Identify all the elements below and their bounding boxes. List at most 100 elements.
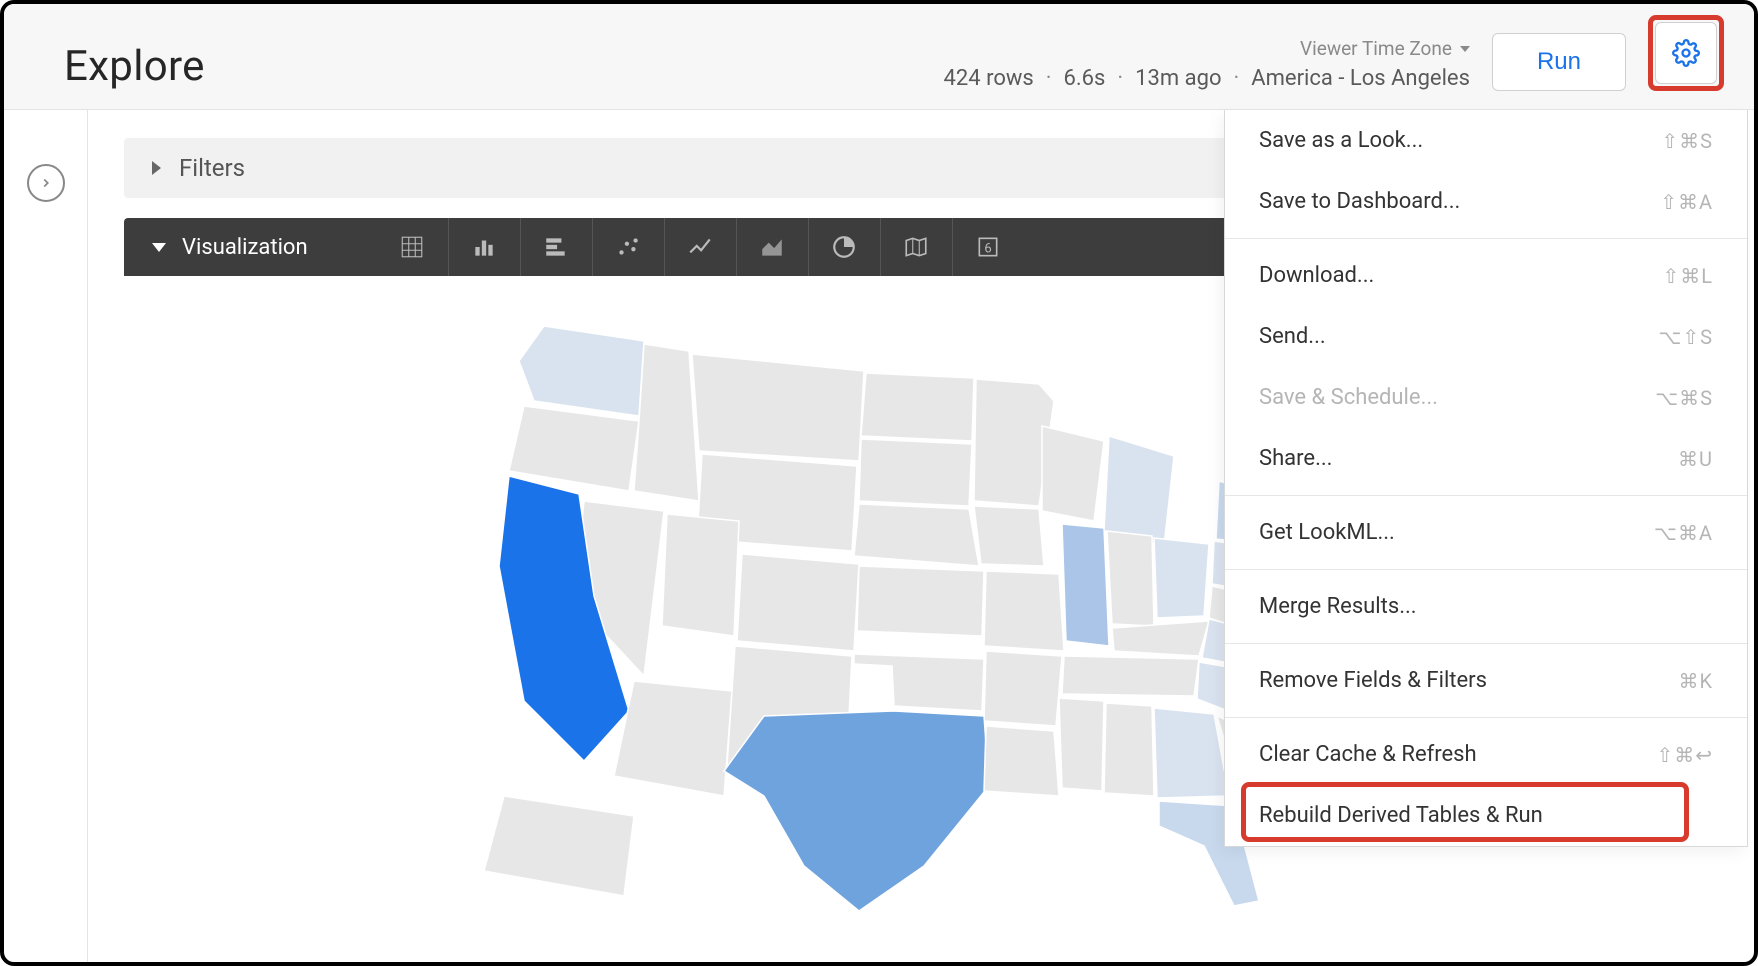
line-chart-icon bbox=[687, 234, 713, 260]
menu-item-shortcut: ⌥⌘S bbox=[1655, 386, 1713, 410]
state-wa bbox=[519, 326, 644, 416]
column-chart-icon-button[interactable] bbox=[448, 218, 520, 276]
menu-item-label: Merge Results... bbox=[1259, 594, 1417, 619]
menu-item-shortcut: ⇧⌘A bbox=[1660, 190, 1713, 214]
state-co bbox=[737, 554, 859, 651]
menu-item-clear-cache-refresh[interactable]: Clear Cache & Refresh⇧⌘↩ bbox=[1225, 724, 1747, 785]
state-la bbox=[984, 726, 1059, 796]
state-mi bbox=[1104, 436, 1174, 546]
page-title: Explore bbox=[64, 42, 205, 91]
state-tx bbox=[724, 711, 989, 911]
run-button[interactable]: Run bbox=[1492, 33, 1626, 91]
area-chart-icon-button[interactable] bbox=[736, 218, 808, 276]
dropdown-separator bbox=[1225, 238, 1747, 239]
gear-highlight-box bbox=[1648, 15, 1724, 91]
menu-item-shortcut: ⇧⌘L bbox=[1662, 264, 1713, 288]
menu-item-get-lookml[interactable]: Get LookML...⌥⌘A bbox=[1225, 502, 1747, 563]
state-wi bbox=[1042, 426, 1104, 521]
menu-item-label: Share... bbox=[1259, 446, 1332, 471]
menu-item-download[interactable]: Download... ⇧⌘L bbox=[1225, 245, 1747, 306]
menu-item-label: Save to Dashboard... bbox=[1259, 189, 1460, 214]
state-mo bbox=[984, 571, 1064, 651]
state-ms bbox=[1059, 698, 1104, 791]
pie-chart-icon-button[interactable] bbox=[808, 218, 880, 276]
menu-item-shortcut: ⇧⌘↩ bbox=[1656, 743, 1713, 767]
state-ak bbox=[484, 796, 634, 896]
menu-item-label: Save & Schedule... bbox=[1259, 385, 1438, 410]
query-location: America - Los Angeles bbox=[1251, 66, 1470, 91]
menu-item-send[interactable]: Send... ⌥⇧S bbox=[1225, 306, 1747, 367]
column-chart-icon bbox=[471, 234, 497, 260]
state-id bbox=[634, 344, 699, 501]
gear-icon bbox=[1672, 39, 1700, 67]
menu-item-shortcut: ⌘K bbox=[1678, 669, 1713, 693]
dropdown-separator bbox=[1225, 717, 1747, 718]
state-ar bbox=[984, 651, 1062, 726]
state-al bbox=[1104, 703, 1154, 796]
menu-item-shortcut: ⇧⌘S bbox=[1661, 129, 1713, 153]
explore-header: Explore Viewer Time Zone 424 rows · 6.6s… bbox=[4, 4, 1754, 110]
state-ks bbox=[857, 566, 984, 636]
state-oh bbox=[1154, 538, 1209, 618]
gear-dropdown-menu: Save as a Look... ⇧⌘S Save to Dashboard...… bbox=[1224, 110, 1748, 847]
menu-item-shortcut: ⌘U bbox=[1678, 447, 1713, 471]
map-icon-button[interactable] bbox=[880, 218, 952, 276]
dropdown-separator bbox=[1225, 495, 1747, 496]
row-count: 424 rows bbox=[944, 66, 1034, 91]
scatter-icon-button[interactable] bbox=[592, 218, 664, 276]
query-duration: 6.6s bbox=[1064, 66, 1106, 91]
bar-chart-icon bbox=[543, 234, 569, 260]
menu-item-rebuild-derived-tables-run[interactable]: Rebuild Derived Tables & Run bbox=[1225, 785, 1747, 846]
menu-item-save-schedule: Save & Schedule... ⌥⌘S bbox=[1225, 367, 1747, 428]
table-icon bbox=[399, 234, 425, 260]
state-ky bbox=[1112, 621, 1209, 656]
state-az bbox=[614, 681, 732, 796]
chevron-down-icon bbox=[1460, 46, 1470, 52]
state-or bbox=[509, 406, 639, 491]
table-icon-button[interactable] bbox=[376, 218, 448, 276]
expand-sidebar-button[interactable] bbox=[27, 164, 65, 202]
scatter-icon bbox=[615, 234, 641, 260]
menu-item-label: Download... bbox=[1259, 263, 1374, 288]
dropdown-separator bbox=[1225, 569, 1747, 570]
menu-item-share[interactable]: Share... ⌘U bbox=[1225, 428, 1747, 489]
menu-item-save-as-a-look[interactable]: Save as a Look... ⇧⌘S bbox=[1225, 110, 1747, 171]
visualization-label: Visualization bbox=[182, 235, 308, 260]
map-icon bbox=[903, 234, 929, 260]
state-tn bbox=[1062, 656, 1199, 696]
menu-item-merge-results[interactable]: Merge Results... bbox=[1225, 576, 1747, 637]
caret-right-icon bbox=[152, 161, 161, 175]
dropdown-separator bbox=[1225, 643, 1747, 644]
menu-item-shortcut: ⌥⇧S bbox=[1658, 325, 1713, 349]
state-il bbox=[1062, 524, 1109, 646]
menu-item-remove-fields-filters[interactable]: Remove Fields & Filters ⌘K bbox=[1225, 650, 1747, 711]
state-ia bbox=[974, 506, 1044, 566]
state-nd bbox=[861, 373, 974, 441]
pie-chart-icon bbox=[831, 234, 857, 260]
bar-chart-icon-button[interactable] bbox=[520, 218, 592, 276]
chevron-right-icon bbox=[39, 176, 53, 190]
state-ok bbox=[854, 654, 984, 711]
state-ne bbox=[854, 504, 979, 566]
state-ut bbox=[662, 514, 739, 636]
visualization-section-toggle[interactable]: Visualization bbox=[124, 235, 336, 260]
menu-item-label: Send... bbox=[1259, 324, 1326, 349]
single-value-icon-button[interactable]: 6 bbox=[952, 218, 1024, 276]
menu-item-label: Get LookML... bbox=[1259, 520, 1395, 545]
filters-label: Filters bbox=[179, 154, 245, 182]
settings-gear-button[interactable] bbox=[1655, 22, 1717, 84]
state-in bbox=[1107, 531, 1154, 626]
us-map-svg bbox=[464, 306, 1284, 926]
area-chart-icon bbox=[759, 234, 785, 260]
state-mt bbox=[692, 354, 864, 461]
menu-item-label: Remove Fields & Filters bbox=[1259, 668, 1487, 693]
timezone-label: Viewer Time Zone bbox=[1300, 37, 1452, 60]
state-ga bbox=[1154, 708, 1229, 798]
timezone-selector[interactable]: Viewer Time Zone bbox=[1300, 37, 1470, 60]
state-sd bbox=[859, 439, 972, 506]
menu-item-save-to-dashboard[interactable]: Save to Dashboard... ⇧⌘A bbox=[1225, 171, 1747, 232]
line-chart-icon-button[interactable] bbox=[664, 218, 736, 276]
menu-item-label: Save as a Look... bbox=[1259, 128, 1423, 153]
menu-item-label: Rebuild Derived Tables & Run bbox=[1259, 803, 1543, 828]
caret-down-icon bbox=[152, 243, 166, 252]
